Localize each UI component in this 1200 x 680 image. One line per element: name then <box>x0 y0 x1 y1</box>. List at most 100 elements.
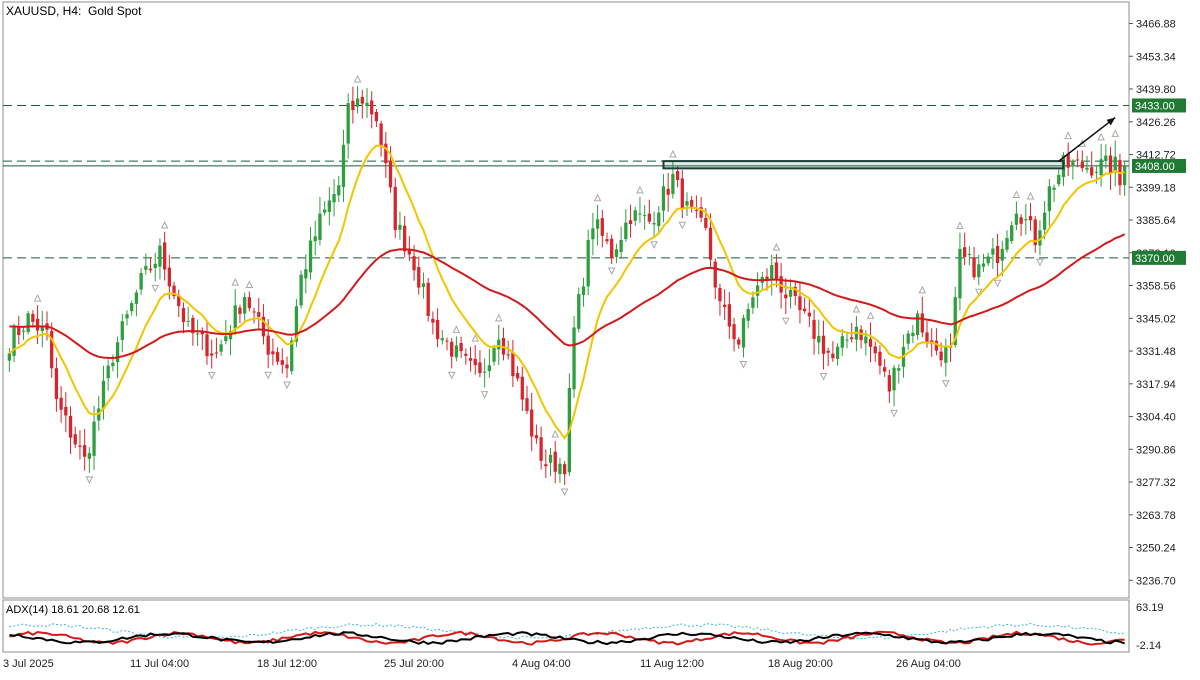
candle-body <box>1057 174 1061 185</box>
candle-body <box>468 357 473 361</box>
candle-body <box>591 228 595 240</box>
symbol-description: Gold Spot <box>88 4 142 18</box>
candle-body <box>897 368 901 371</box>
candle-body <box>553 451 557 472</box>
candle-body <box>803 308 807 312</box>
price-label-text: 3408.00 <box>1135 161 1175 173</box>
candle-body <box>290 340 294 372</box>
candle-body <box>445 340 449 342</box>
candle-body <box>421 283 426 287</box>
candle-body <box>195 333 200 335</box>
y-tick-label: 3358.56 <box>1136 281 1176 293</box>
candle-body <box>1071 162 1075 166</box>
candle-body <box>337 185 341 196</box>
candle-body <box>963 247 967 257</box>
candle-body <box>727 304 731 327</box>
candle-body <box>393 186 397 231</box>
candle-body <box>233 305 237 329</box>
y-tick-label: 3453.34 <box>1136 51 1176 63</box>
candle-body <box>351 100 355 111</box>
candle-body <box>360 96 364 104</box>
candle-body <box>1010 225 1014 242</box>
candle-body <box>257 312 261 317</box>
candle-body <box>915 313 920 336</box>
candle-body <box>619 240 623 252</box>
x-tick-label: 11 Jul 04:00 <box>130 658 189 670</box>
candle-body <box>873 346 877 354</box>
candle-body <box>755 285 760 296</box>
candle-body <box>1014 213 1019 225</box>
candle-body <box>586 240 590 287</box>
candle-body <box>83 445 87 457</box>
candle-body <box>431 318 435 323</box>
fractal-down-marker <box>650 241 658 249</box>
candle-body <box>1028 216 1033 221</box>
candle-body <box>807 312 811 317</box>
x-tick-label: 26 Aug 04:00 <box>896 658 961 670</box>
candle-body <box>520 376 524 400</box>
fractal-up-marker <box>452 325 461 333</box>
candle-body <box>887 375 891 392</box>
candle-body <box>690 199 694 208</box>
adx-title: ADX(14) 18.61 20.68 12.61 <box>6 604 140 616</box>
candle-body <box>332 194 336 203</box>
candle-body <box>492 348 496 362</box>
adx-minus-di-line <box>9 622 1125 641</box>
candle-body <box>548 454 553 463</box>
fractal-up-marker <box>353 74 362 83</box>
candle-body <box>798 296 802 311</box>
candle-body <box>845 339 849 341</box>
x-tick-label: 11 Aug 12:00 <box>640 658 704 670</box>
fractal-up-marker <box>33 293 42 302</box>
candle-body <box>1094 171 1099 173</box>
candle-body <box>167 267 171 287</box>
candle-body <box>1090 167 1094 176</box>
candle-body <box>7 353 11 361</box>
fractal-down-marker <box>782 317 790 326</box>
resistance-zone <box>662 160 1065 170</box>
candle-body <box>638 213 642 215</box>
candle-body <box>224 336 228 342</box>
fractal-down-marker <box>207 371 216 380</box>
candle-body <box>153 263 157 269</box>
candle-body <box>403 225 407 252</box>
candle-body <box>595 219 600 229</box>
candle-body <box>530 409 534 437</box>
fractal-down-marker <box>283 381 291 390</box>
fractal-up-marker <box>1026 191 1035 200</box>
candle-body <box>515 372 520 379</box>
candle-body <box>1052 187 1056 190</box>
candle-body <box>412 256 416 271</box>
candle-body <box>675 171 680 180</box>
y-tick-label: 3290.86 <box>1136 444 1176 456</box>
candle-body <box>732 324 736 340</box>
candle-body <box>774 262 779 280</box>
candle-body <box>1080 162 1084 169</box>
candle-body <box>318 213 322 240</box>
candle-body <box>238 307 242 314</box>
candle-body <box>831 353 835 359</box>
fractal-up-marker <box>494 313 503 322</box>
candle-body <box>920 313 924 333</box>
fractal-down-marker <box>993 279 1002 288</box>
fractal-up-marker <box>772 243 781 251</box>
x-tick-label: 4 Aug 04:00 <box>512 658 571 670</box>
candle-body <box>563 464 567 475</box>
fractal-down-marker <box>151 284 160 293</box>
candle-body <box>487 365 491 372</box>
fractal-up-marker <box>1012 190 1021 198</box>
candle-body <box>643 215 647 217</box>
fractal-down-marker <box>560 488 569 497</box>
y-tick-label: 3277.32 <box>1136 477 1176 489</box>
candle-body <box>144 265 148 270</box>
candle-body <box>252 311 256 313</box>
candle-body <box>958 248 962 299</box>
fractal-up-marker <box>852 304 861 313</box>
candle-body <box>718 287 722 302</box>
fractal-down-marker <box>819 373 828 381</box>
candle-body <box>628 220 633 225</box>
y-tick-label: 3345.02 <box>1136 313 1176 325</box>
candle-body <box>125 314 129 319</box>
candle-body <box>737 339 741 345</box>
candle-body <box>308 240 313 273</box>
